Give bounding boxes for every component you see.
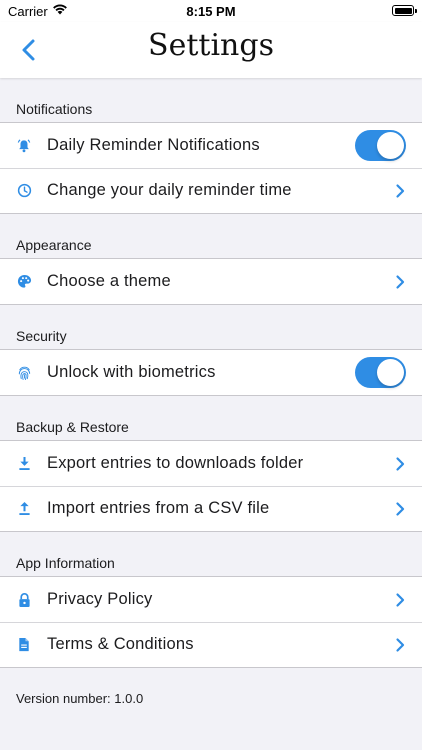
settings-row-label: Unlock with biometrics (47, 363, 216, 381)
settings-row-daily-reminder-notifications[interactable]: Daily Reminder Notifications (0, 123, 422, 168)
section-header-backup-and-restore: Backup & Restore (16, 419, 129, 435)
chevron-right-icon (394, 183, 406, 199)
clock-icon (16, 183, 32, 199)
settings-row-label: Terms & Conditions (47, 635, 194, 653)
download-icon (16, 456, 32, 472)
status-time: 8:15 PM (186, 4, 236, 19)
toggle-switch[interactable] (355, 130, 406, 161)
settings-row-choose-a-theme[interactable]: Choose a theme (0, 259, 422, 304)
settings-row-label: Export entries to downloads folder (47, 454, 304, 472)
settings-row-terms-and-conditions[interactable]: Terms & Conditions (0, 622, 422, 667)
back-button[interactable] (14, 34, 46, 66)
settings-group-notifications: Daily Reminder Notifications Change your … (0, 122, 422, 214)
lock-icon (16, 592, 32, 608)
toggle-knob (377, 132, 404, 159)
settings-row-unlock-with-biometrics[interactable]: Unlock with biometrics (0, 350, 422, 395)
settings-group-app-information: Privacy Policy Terms & Conditions (0, 576, 422, 668)
settings-row-change-your-daily-reminder-time[interactable]: Change your daily reminder time (0, 168, 422, 213)
section-header-app-information: App Information (16, 555, 115, 571)
settings-group-backup-and-restore: Export entries to downloads folder Import… (0, 440, 422, 532)
chevron-right-icon (394, 637, 406, 653)
fingerprint-icon (16, 365, 32, 381)
settings-row-privacy-policy[interactable]: Privacy Policy (0, 577, 422, 622)
navigation-bar: Settings (0, 22, 422, 78)
toggle-knob (377, 359, 404, 386)
settings-row-label: Privacy Policy (47, 590, 153, 608)
settings-row-import-entries-from-a-csv-file[interactable]: Import entries from a CSV file (0, 486, 422, 531)
settings-row-label: Change your daily reminder time (47, 181, 292, 199)
battery-icon (392, 5, 417, 16)
page-title: Settings (148, 28, 274, 63)
settings-group-appearance: Choose a theme (0, 258, 422, 305)
settings-row-label: Daily Reminder Notifications (47, 136, 260, 154)
chevron-left-icon (22, 39, 35, 61)
section-header-notifications: Notifications (16, 101, 93, 117)
chevron-right-icon (394, 274, 406, 290)
settings-list: Notifications Daily Reminder Notification… (0, 78, 422, 706)
chevron-right-icon (394, 501, 406, 517)
settings-group-security: Unlock with biometrics (0, 349, 422, 396)
palette-icon (16, 274, 32, 290)
section-header-appearance: Appearance (16, 237, 92, 253)
settings-row-label: Import entries from a CSV file (47, 499, 270, 517)
status-bar: Carrier 8:15 PM (0, 0, 422, 22)
upload-icon (16, 501, 32, 517)
document-icon (16, 637, 32, 653)
chevron-right-icon (394, 592, 406, 608)
chevron-right-icon (394, 456, 406, 472)
toggle-switch[interactable] (355, 357, 406, 388)
settings-row-export-entries-to-downloads-folder[interactable]: Export entries to downloads folder (0, 441, 422, 486)
version-number: Version number: 1.0.0 (16, 691, 144, 706)
bell-icon (16, 138, 32, 154)
section-header-security: Security (16, 328, 67, 344)
settings-row-label: Choose a theme (47, 272, 171, 290)
